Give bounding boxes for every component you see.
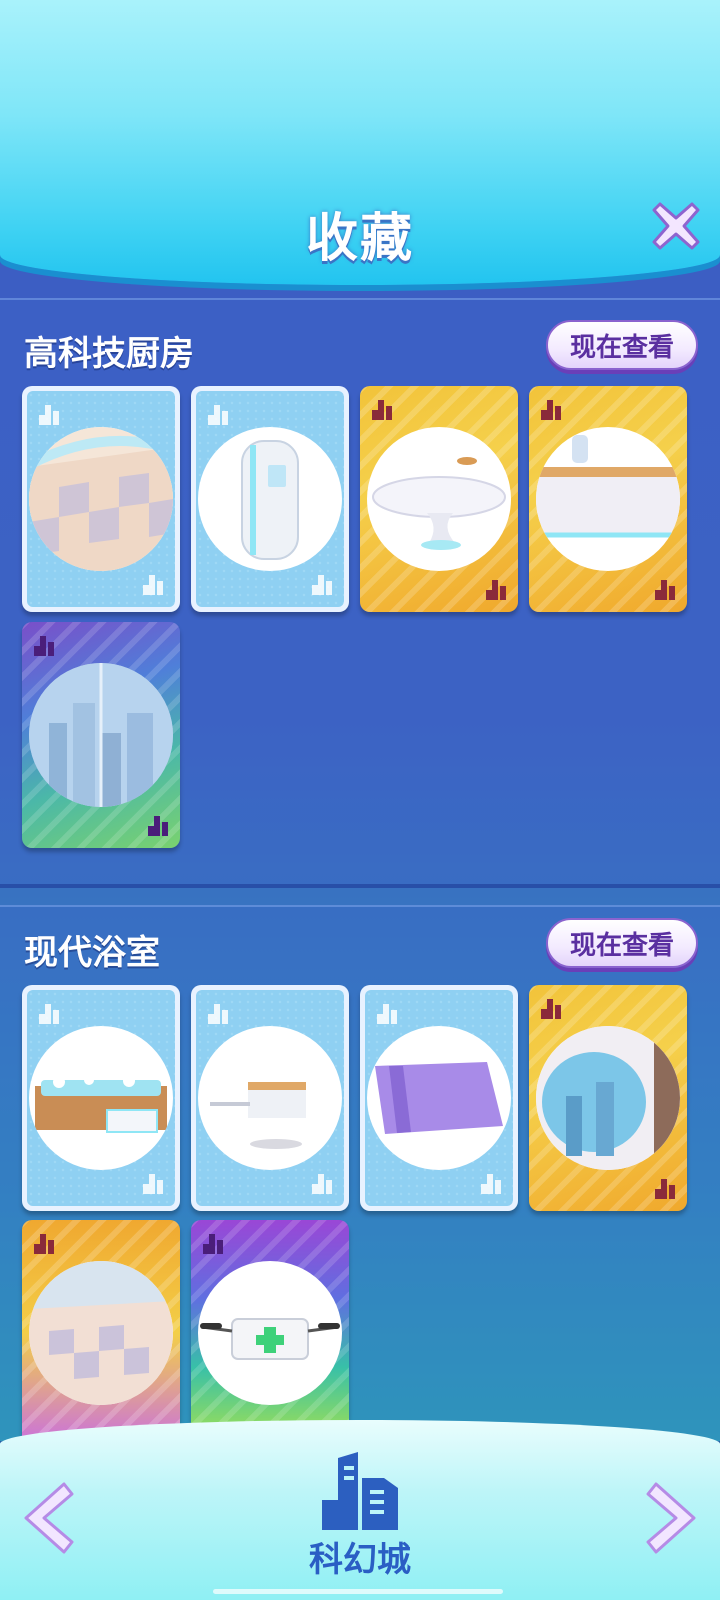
collection-card-bathtub[interactable] (22, 985, 180, 1211)
building-badge-icon (39, 1004, 59, 1024)
purple-rug-image (375, 1062, 503, 1134)
round-table-image (372, 457, 506, 550)
tiled-floor-image (29, 427, 173, 571)
building-badge-icon (208, 1004, 228, 1024)
close-button[interactable] (650, 200, 702, 252)
collection-name: 科幻城 (309, 1540, 411, 1580)
bathtub-image (35, 1075, 167, 1133)
building-badge-icon (39, 405, 59, 425)
view-now-button-kitchen[interactable]: 现在查看 (546, 320, 698, 370)
building-badge-icon (312, 1174, 332, 1194)
building-badge-icon (143, 1174, 163, 1194)
city-window-image (29, 663, 173, 807)
wall-shelf-image (210, 1082, 306, 1149)
building-badge-icon (377, 1004, 397, 1024)
collection-card-kitchen-counter[interactable] (529, 386, 687, 612)
kitchen-counter-image (536, 435, 680, 538)
section-title-kitchen: 高科技厨房 (24, 334, 194, 374)
collection-card-round-window[interactable] (529, 985, 687, 1211)
medical-drone-image (200, 1318, 340, 1360)
close-icon (652, 202, 700, 250)
building-badge-icon (481, 1174, 501, 1194)
page-title: 收藏 (305, 209, 414, 269)
section-title-bathroom: 现代浴室 (24, 933, 160, 973)
collection-card-wall-shelf[interactable] (191, 985, 349, 1211)
building-badge-icon (203, 1234, 223, 1254)
building-badge-icon (148, 816, 168, 836)
building-badge-icon (655, 580, 675, 600)
building-badge-icon (208, 405, 228, 425)
building-badge-icon (312, 575, 332, 595)
home-indicator[interactable] (213, 1589, 503, 1594)
view-now-button-bathroom[interactable]: 现在查看 (546, 918, 698, 968)
city-building-icon (322, 1452, 398, 1530)
building-badge-icon (541, 999, 561, 1019)
collection-card-round-table[interactable] (360, 386, 518, 612)
collection-card-purple-rug[interactable] (360, 985, 518, 1211)
collection-card-medical-drone[interactable] (191, 1220, 349, 1446)
building-badge-icon (372, 400, 392, 420)
fridge-pod-image (241, 440, 299, 560)
building-badge-icon (143, 575, 163, 595)
round-window-image (536, 1026, 680, 1170)
collection-card-fridge-pod[interactable] (191, 386, 349, 612)
bathroom-floor-image (29, 1261, 173, 1405)
collection-card-city-window[interactable] (22, 622, 180, 848)
building-badge-icon (34, 636, 54, 656)
building-badge-icon (34, 1234, 54, 1254)
collection-card-bathroom-floor[interactable] (22, 1220, 180, 1446)
collection-card-tiled-floor[interactable] (22, 386, 180, 612)
building-badge-icon (486, 580, 506, 600)
building-badge-icon (541, 400, 561, 420)
building-badge-icon (655, 1179, 675, 1199)
